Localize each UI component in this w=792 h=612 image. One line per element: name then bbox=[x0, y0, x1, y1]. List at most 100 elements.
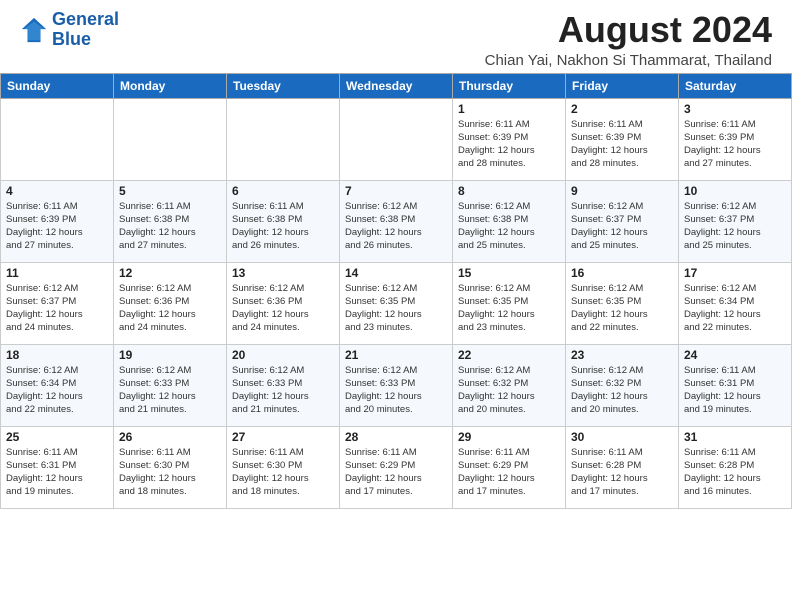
calendar-cell: 20Sunrise: 6:12 AMSunset: 6:33 PMDayligh… bbox=[227, 344, 340, 426]
weekday-header: Wednesday bbox=[340, 73, 453, 98]
calendar-cell: 10 Sunrise: 6:12 AMSunset: 6:37 PMDayligh… bbox=[679, 180, 792, 262]
day-info: Sunrise: 6:11 AMSunset: 6:29 PMDaylight:… bbox=[345, 446, 447, 499]
calendar-cell: 14 Sunrise: 6:12 AMSunset: 6:35 PMDayligh… bbox=[340, 262, 453, 344]
logo: General Blue bbox=[20, 10, 119, 50]
logo-line2: Blue bbox=[52, 30, 119, 50]
day-info: Sunrise: 6:12 AMSunset: 6:34 PMDaylight:… bbox=[6, 364, 108, 417]
calendar-header-row: SundayMondayTuesdayWednesdayThursdayFrid… bbox=[1, 73, 792, 98]
day-info: Sunrise: 6:12 AMSunset: 6:34 PMDaylight:… bbox=[684, 282, 786, 335]
calendar-cell: 11 Sunrise: 6:12 AMSunset: 6:37 PMDayligh… bbox=[1, 262, 114, 344]
day-info: Sunrise: 6:12 AMSunset: 6:37 PMDaylight:… bbox=[684, 200, 786, 253]
day-number: 12 bbox=[119, 266, 221, 280]
day-number: 13 bbox=[232, 266, 334, 280]
calendar-cell: 3Sunrise: 6:11 AMSunset: 6:39 PMDaylight… bbox=[679, 98, 792, 180]
logo-line1: General bbox=[52, 10, 119, 30]
location-title: Chian Yai, Nakhon Si Thammarat, Thailand bbox=[485, 52, 772, 69]
day-number: 8 bbox=[458, 184, 560, 198]
day-info: Sunrise: 6:12 AMSunset: 6:37 PMDaylight:… bbox=[571, 200, 673, 253]
calendar-week-row: 1 Sunrise: 6:11 AMSunset: 6:39 PMDaylight… bbox=[1, 98, 792, 180]
weekday-header: Friday bbox=[566, 73, 679, 98]
day-info: Sunrise: 6:12 AMSunset: 6:35 PMDaylight:… bbox=[458, 282, 560, 335]
day-number: 5 bbox=[119, 184, 221, 198]
day-info: Sunrise: 6:12 AMSunset: 6:32 PMDaylight:… bbox=[571, 364, 673, 417]
weekday-header: Tuesday bbox=[227, 73, 340, 98]
day-number: 22 bbox=[458, 348, 560, 362]
day-number: 24 bbox=[684, 348, 786, 362]
weekday-header: Monday bbox=[114, 73, 227, 98]
calendar-cell: 29 Sunrise: 6:11 AMSunset: 6:29 PMDayligh… bbox=[453, 426, 566, 508]
day-number: 1 bbox=[458, 102, 560, 116]
logo-icon bbox=[20, 16, 48, 44]
day-number: 26 bbox=[119, 430, 221, 444]
weekday-header: Saturday bbox=[679, 73, 792, 98]
calendar-cell: 9 Sunrise: 6:12 AMSunset: 6:37 PMDaylight… bbox=[566, 180, 679, 262]
day-info: Sunrise: 6:12 AMSunset: 6:36 PMDaylight:… bbox=[232, 282, 334, 335]
calendar-cell: 6 Sunrise: 6:11 AMSunset: 6:38 PMDaylight… bbox=[227, 180, 340, 262]
weekday-header: Sunday bbox=[1, 73, 114, 98]
day-info: Sunrise: 6:11 AMSunset: 6:31 PMDaylight:… bbox=[6, 446, 108, 499]
day-number: 19 bbox=[119, 348, 221, 362]
calendar-cell: 1 Sunrise: 6:11 AMSunset: 6:39 PMDaylight… bbox=[453, 98, 566, 180]
day-number: 9 bbox=[571, 184, 673, 198]
day-info: Sunrise: 6:11 AMSunset: 6:39 PMDaylight:… bbox=[458, 118, 560, 171]
day-number: 21 bbox=[345, 348, 447, 362]
day-number: 4 bbox=[6, 184, 108, 198]
day-info: Sunrise: 6:12 AMSunset: 6:37 PMDaylight:… bbox=[6, 282, 108, 335]
day-info: Sunrise: 6:12 AMSunset: 6:38 PMDaylight:… bbox=[345, 200, 447, 253]
calendar-cell: 17 Sunrise: 6:12 AMSunset: 6:34 PMDayligh… bbox=[679, 262, 792, 344]
calendar-cell: 19 Sunrise: 6:12 AMSunset: 6:33 PMDayligh… bbox=[114, 344, 227, 426]
calendar-cell: 28Sunrise: 6:11 AMSunset: 6:29 PMDayligh… bbox=[340, 426, 453, 508]
calendar-week-row: 25Sunrise: 6:11 AMSunset: 6:31 PMDayligh… bbox=[1, 426, 792, 508]
day-number: 17 bbox=[684, 266, 786, 280]
calendar-cell: 21Sunrise: 6:12 AMSunset: 6:33 PMDayligh… bbox=[340, 344, 453, 426]
day-number: 7 bbox=[345, 184, 447, 198]
calendar-cell: 8 Sunrise: 6:12 AMSunset: 6:38 PMDaylight… bbox=[453, 180, 566, 262]
calendar-cell: 31Sunrise: 6:11 AMSunset: 6:28 PMDayligh… bbox=[679, 426, 792, 508]
calendar-cell: 26 Sunrise: 6:11 AMSunset: 6:30 PMDayligh… bbox=[114, 426, 227, 508]
day-info: Sunrise: 6:12 AMSunset: 6:33 PMDaylight:… bbox=[119, 364, 221, 417]
calendar-cell: 23 Sunrise: 6:12 AMSunset: 6:32 PMDayligh… bbox=[566, 344, 679, 426]
calendar-cell: 5 Sunrise: 6:11 AMSunset: 6:38 PMDaylight… bbox=[114, 180, 227, 262]
weekday-header: Thursday bbox=[453, 73, 566, 98]
calendar-cell: 22 Sunrise: 6:12 AMSunset: 6:32 PMDayligh… bbox=[453, 344, 566, 426]
day-info: Sunrise: 6:12 AMSunset: 6:32 PMDaylight:… bbox=[458, 364, 560, 417]
day-info: Sunrise: 6:11 AMSunset: 6:38 PMDaylight:… bbox=[119, 200, 221, 253]
day-number: 15 bbox=[458, 266, 560, 280]
day-info: Sunrise: 6:12 AMSunset: 6:35 PMDaylight:… bbox=[571, 282, 673, 335]
day-number: 27 bbox=[232, 430, 334, 444]
day-number: 14 bbox=[345, 266, 447, 280]
day-info: Sunrise: 6:12 AMSunset: 6:36 PMDaylight:… bbox=[119, 282, 221, 335]
day-number: 30 bbox=[571, 430, 673, 444]
day-number: 6 bbox=[232, 184, 334, 198]
day-number: 18 bbox=[6, 348, 108, 362]
calendar-cell: 27 Sunrise: 6:11 AMSunset: 6:30 PMDayligh… bbox=[227, 426, 340, 508]
calendar-cell bbox=[1, 98, 114, 180]
calendar-cell: 13 Sunrise: 6:12 AMSunset: 6:36 PMDayligh… bbox=[227, 262, 340, 344]
day-info: Sunrise: 6:11 AMSunset: 6:31 PMDaylight:… bbox=[684, 364, 786, 417]
day-number: 10 bbox=[684, 184, 786, 198]
day-info: Sunrise: 6:11 AMSunset: 6:28 PMDaylight:… bbox=[571, 446, 673, 499]
calendar-cell: 18 Sunrise: 6:12 AMSunset: 6:34 PMDayligh… bbox=[1, 344, 114, 426]
day-info: Sunrise: 6:12 AMSunset: 6:38 PMDaylight:… bbox=[458, 200, 560, 253]
day-info: Sunrise: 6:12 AMSunset: 6:35 PMDaylight:… bbox=[345, 282, 447, 335]
day-number: 20 bbox=[232, 348, 334, 362]
calendar-week-row: 18 Sunrise: 6:12 AMSunset: 6:34 PMDayligh… bbox=[1, 344, 792, 426]
day-number: 2 bbox=[571, 102, 673, 116]
calendar-cell bbox=[340, 98, 453, 180]
calendar-cell: 7 Sunrise: 6:12 AMSunset: 6:38 PMDaylight… bbox=[340, 180, 453, 262]
day-info: Sunrise: 6:11 AMSunset: 6:28 PMDaylight:… bbox=[684, 446, 786, 499]
day-info: Sunrise: 6:11 AMSunset: 6:39 PMDaylight:… bbox=[571, 118, 673, 171]
title-block: August 2024 Chian Yai, Nakhon Si Thammar… bbox=[485, 10, 772, 69]
calendar-table: SundayMondayTuesdayWednesdayThursdayFrid… bbox=[0, 73, 792, 509]
day-info: Sunrise: 6:11 AMSunset: 6:30 PMDaylight:… bbox=[119, 446, 221, 499]
calendar-week-row: 4Sunrise: 6:11 AMSunset: 6:39 PMDaylight… bbox=[1, 180, 792, 262]
day-number: 29 bbox=[458, 430, 560, 444]
day-info: Sunrise: 6:11 AMSunset: 6:29 PMDaylight:… bbox=[458, 446, 560, 499]
calendar-cell: 30 Sunrise: 6:11 AMSunset: 6:28 PMDayligh… bbox=[566, 426, 679, 508]
calendar-cell bbox=[227, 98, 340, 180]
day-info: Sunrise: 6:11 AMSunset: 6:30 PMDaylight:… bbox=[232, 446, 334, 499]
day-number: 23 bbox=[571, 348, 673, 362]
day-number: 11 bbox=[6, 266, 108, 280]
day-number: 16 bbox=[571, 266, 673, 280]
day-info: Sunrise: 6:11 AMSunset: 6:38 PMDaylight:… bbox=[232, 200, 334, 253]
